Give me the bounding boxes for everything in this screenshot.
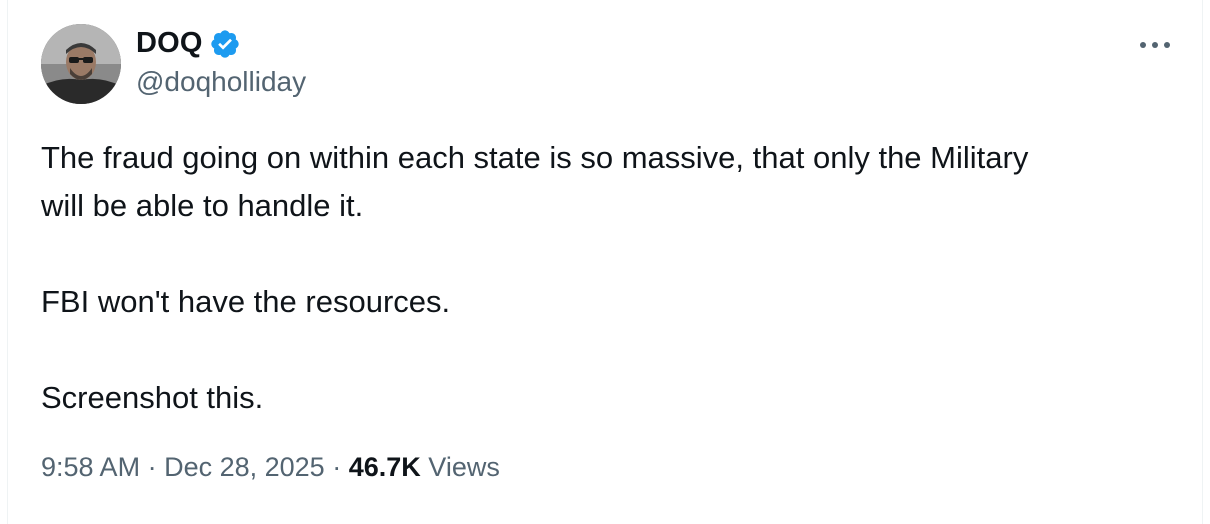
tweet-time[interactable]: 9:58 AM <box>41 452 140 482</box>
tweet-date[interactable]: Dec 28, 2025 <box>164 452 325 482</box>
name-row: DOQ <box>136 26 306 62</box>
author-identity: DOQ @doqholliday <box>136 26 306 98</box>
tweet-card: DOQ @doqholliday The fraud going on with… <box>7 0 1203 524</box>
avatar[interactable] <box>41 24 121 104</box>
meta-separator: · <box>332 452 349 482</box>
views-label: Views <box>428 452 500 482</box>
author-handle[interactable]: @doqholliday <box>136 66 306 98</box>
tweet-line: The fraud going on within each state is … <box>41 140 1029 175</box>
more-options-icon[interactable] <box>1133 30 1177 60</box>
views-count[interactable]: 46.7K <box>349 452 421 482</box>
verified-badge-icon <box>209 28 241 60</box>
tweet-header: DOQ @doqholliday <box>41 24 306 104</box>
meta-separator: · <box>147 452 165 482</box>
tweet-meta: 9:58 AM · Dec 28, 2025 · 46.7K Views <box>41 452 500 483</box>
tweet-line: FBI won't have the resources. <box>41 284 451 319</box>
tweet-text: The fraud going on within each state is … <box>41 134 1181 422</box>
tweet-line: will be able to handle it. <box>41 188 364 223</box>
display-name[interactable]: DOQ <box>136 27 203 60</box>
tweet-line: Screenshot this. <box>41 380 264 415</box>
